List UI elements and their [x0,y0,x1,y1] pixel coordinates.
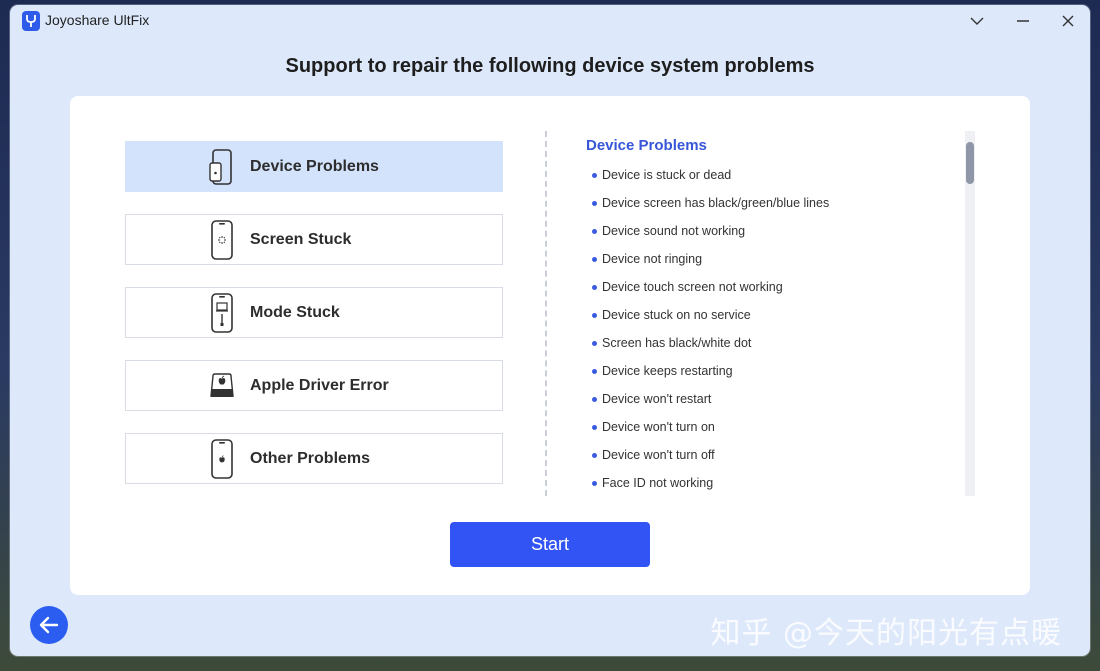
category-mode-stuck[interactable]: Mode Stuck [125,287,503,338]
category-label: Device Problems [250,158,379,175]
category-label: Other Problems [250,450,371,467]
list-item: Device touch screen not working [592,280,783,294]
bullet-icon [592,480,597,486]
list-item: Device keeps restarting [592,364,733,378]
list-item: Device sound not working [592,224,745,238]
scrollbar[interactable] [965,131,975,496]
bullet-icon [592,284,597,290]
category-label: Apple Driver Error [250,377,389,394]
minimize-icon[interactable] [1008,9,1038,33]
bullet-icon [592,172,597,178]
phone-cable-icon [208,293,236,333]
bullet-icon [592,228,597,234]
app-window: Joyoshare UltFix Support to repair the f… [10,5,1090,656]
app-title: Joyoshare UltFix [45,12,150,28]
list-item: Device not ringing [592,252,702,266]
watermark: 知乎 @今天的阳光有点暖 [710,616,1062,651]
list-item: Device won't restart [592,392,711,406]
bullet-icon [592,340,597,346]
bullet-icon [592,200,597,206]
category-screen-stuck[interactable]: Screen Stuck [125,214,503,265]
list-item: Device won't turn on [592,420,715,434]
bullet-icon [592,424,597,430]
bullet-icon [592,396,597,402]
category-other-problems[interactable]: Other Problems [125,433,503,484]
divider [545,131,547,496]
category-label: Screen Stuck [250,231,352,248]
start-button[interactable]: Start [450,522,650,567]
drive-apple-icon [208,367,236,405]
back-button[interactable] [30,606,68,644]
arrow-left-icon [39,616,59,634]
page-title: Support to repair the following device s… [285,55,815,77]
list-item: Screen has black/white dot [592,336,751,350]
category-device-problems[interactable]: Device Problems [125,141,503,192]
close-icon[interactable] [1053,9,1083,33]
app-logo-icon [22,11,40,31]
chevron-down-icon[interactable] [962,9,992,33]
category-label: Mode Stuck [250,304,340,321]
phone-apple-icon [208,439,236,479]
category-apple-driver-error[interactable]: Apple Driver Error [125,360,503,411]
problems-title: Device Problems [586,137,707,154]
list-item: Device is stuck or dead [592,168,731,182]
bullet-icon [592,312,597,318]
list-item: Face ID not working [592,476,713,490]
bullet-icon [592,452,597,458]
title-bar: Joyoshare UltFix [10,5,1090,37]
problems-list[interactable]: Device Problems Device is stuck or dead … [586,131,964,496]
main-panel: Device Problems Screen Stuck Mode Stuck … [70,96,1030,595]
list-item: Device screen has black/green/blue lines [592,196,829,210]
bullet-icon [592,368,597,374]
phone-loading-icon [208,220,236,260]
phone-side-icon [208,148,236,186]
list-item: Device stuck on no service [592,308,751,322]
list-item: Device won't turn off [592,448,715,462]
scrollbar-thumb[interactable] [966,142,974,184]
bullet-icon [592,256,597,262]
